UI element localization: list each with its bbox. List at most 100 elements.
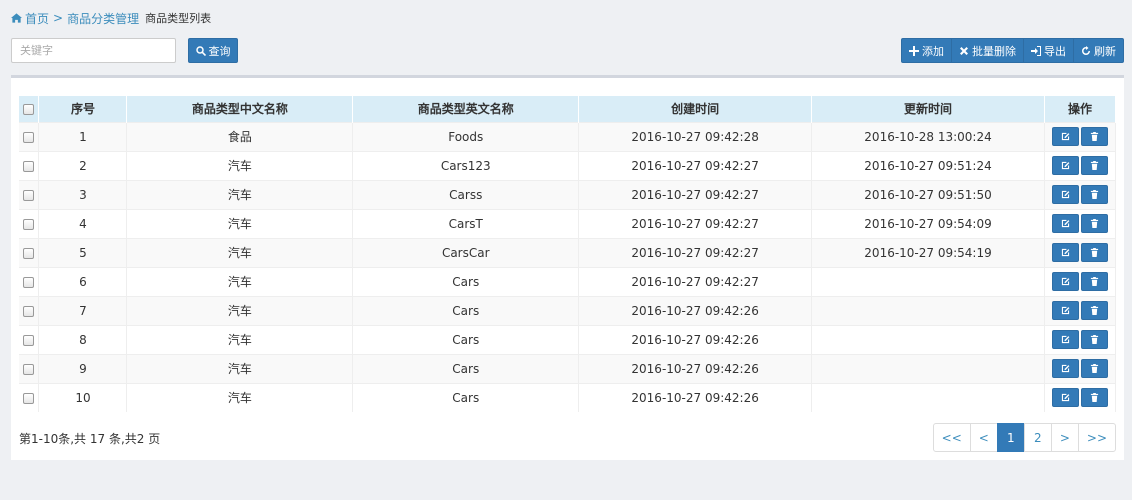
- export-button[interactable]: 导出: [1023, 38, 1074, 63]
- edit-button[interactable]: [1051, 272, 1079, 291]
- cell-actions: [1044, 237, 1117, 267]
- cell-updated: 2016-10-27 09:54:09: [811, 208, 1045, 238]
- column-header-cn-name[interactable]: 商品类型中文名称: [126, 96, 354, 122]
- cell-cn-name: 汽车: [126, 179, 354, 209]
- delete-button[interactable]: [1080, 185, 1108, 204]
- cell-updated: 2016-10-27 09:51:50: [811, 179, 1045, 209]
- pagination-page-1[interactable]: 1: [996, 423, 1025, 452]
- cell-created: 2016-10-27 09:42:27: [578, 208, 813, 238]
- delete-button[interactable]: [1080, 243, 1108, 262]
- cell-created: 2016-10-27 09:42:27: [578, 237, 813, 267]
- cell-actions: [1044, 179, 1117, 209]
- table-row[interactable]: 1 食品 Foods 2016-10-27 09:42:28 2016-10-28 13…: [19, 121, 1117, 151]
- cell-index: 9: [38, 353, 128, 383]
- edit-button[interactable]: [1051, 388, 1079, 408]
- pagination-first[interactable]: <<: [932, 423, 971, 452]
- column-header-created[interactable]: 创建时间: [578, 96, 813, 122]
- edit-button[interactable]: [1051, 243, 1079, 262]
- edit-button[interactable]: [1051, 301, 1079, 320]
- table-row[interactable]: 2 汽车 Cars123 2016-10-27 09:42:27 2016-10-27 …: [19, 150, 1117, 180]
- breadcrumb-home-link[interactable]: 首页: [11, 10, 49, 27]
- cell-index: 7: [38, 295, 128, 325]
- column-header-en-name[interactable]: 商品类型英文名称: [352, 96, 580, 122]
- row-actions: [1045, 152, 1115, 180]
- cell-en-name: CarsT: [352, 208, 580, 238]
- select-all-checkbox[interactable]: [23, 103, 35, 115]
- edit-icon: [1061, 364, 1070, 373]
- column-header-index[interactable]: 序号: [38, 96, 128, 122]
- add-button[interactable]: 添加: [901, 38, 952, 63]
- row-checkbox[interactable]: [23, 189, 35, 201]
- trash-icon: [1090, 393, 1099, 403]
- trash-icon: [1090, 132, 1099, 141]
- edit-button[interactable]: [1051, 156, 1079, 175]
- row-checkbox[interactable]: [23, 334, 35, 346]
- cell-cn-name: 汽车: [126, 295, 354, 325]
- row-checkbox[interactable]: [23, 276, 35, 288]
- delete-button[interactable]: [1080, 272, 1108, 291]
- breadcrumb-section-link[interactable]: 商品分类管理: [67, 10, 139, 27]
- cell-index: 10: [38, 382, 128, 412]
- delete-button[interactable]: [1080, 156, 1108, 175]
- trash-icon: [1090, 306, 1099, 315]
- delete-button[interactable]: [1080, 359, 1108, 378]
- pagination-last[interactable]: >>: [1077, 423, 1116, 452]
- delete-button[interactable]: [1080, 127, 1108, 146]
- table-body: 1 食品 Foods 2016-10-27 09:42:28 2016-10-28 13…: [19, 121, 1117, 412]
- edit-button[interactable]: [1051, 214, 1079, 233]
- row-checkbox[interactable]: [23, 218, 35, 230]
- edit-button[interactable]: [1051, 127, 1079, 146]
- pagination-next[interactable]: >: [1050, 423, 1079, 452]
- select-all-cell: [19, 96, 40, 122]
- row-checkbox-cell: [19, 382, 40, 412]
- row-checkbox[interactable]: [23, 363, 35, 375]
- edit-icon: [1061, 219, 1070, 228]
- query-button[interactable]: 查询: [188, 38, 238, 63]
- cell-actions: [1044, 353, 1117, 383]
- cell-en-name: Cars: [352, 324, 580, 354]
- cell-index: 1: [38, 121, 128, 151]
- table-row[interactable]: 6 汽车 Cars 2016-10-27 09:42:27: [19, 266, 1117, 296]
- column-header-updated[interactable]: 更新时间: [811, 96, 1045, 122]
- batch-delete-button[interactable]: 批量删除: [951, 38, 1024, 63]
- cell-index: 3: [38, 179, 128, 209]
- cell-cn-name: 汽车: [126, 208, 354, 238]
- row-checkbox[interactable]: [23, 160, 35, 172]
- row-actions: [1045, 355, 1115, 383]
- table-panel: 序号 商品类型中文名称 商品类型英文名称 创建时间 更新时间 操作 1 食品 Foo…: [11, 75, 1124, 460]
- cell-actions: [1044, 121, 1117, 151]
- delete-button[interactable]: [1080, 301, 1108, 320]
- sign-in-icon: [1031, 45, 1041, 56]
- cell-actions: [1044, 324, 1117, 354]
- row-checkbox-cell: [19, 266, 40, 296]
- row-checkbox[interactable]: [23, 305, 35, 317]
- edit-button[interactable]: [1051, 185, 1079, 204]
- row-actions: [1045, 181, 1115, 209]
- delete-button[interactable]: [1080, 214, 1108, 233]
- row-checkbox[interactable]: [23, 131, 35, 143]
- cell-en-name: Cars: [352, 382, 580, 412]
- cell-updated: 2016-10-28 13:00:24: [811, 121, 1045, 151]
- cell-cn-name: 汽车: [126, 353, 354, 383]
- row-checkbox[interactable]: [23, 392, 35, 404]
- cell-en-name: CarsCar: [352, 237, 580, 267]
- edit-icon: [1061, 306, 1070, 315]
- table-row[interactable]: 5 汽车 CarsCar 2016-10-27 09:42:27 2016-10-27 …: [19, 237, 1117, 267]
- row-checkbox[interactable]: [23, 247, 35, 259]
- table-row[interactable]: 7 汽车 Cars 2016-10-27 09:42:26: [19, 295, 1117, 325]
- table-row[interactable]: 9 汽车 Cars 2016-10-27 09:42:26: [19, 353, 1117, 383]
- delete-button[interactable]: [1080, 388, 1108, 408]
- delete-button[interactable]: [1080, 330, 1108, 349]
- edit-icon: [1061, 132, 1070, 141]
- refresh-button[interactable]: 刷新: [1073, 38, 1124, 63]
- breadcrumb: 首页 > 商品分类管理 商品类型列表: [11, 10, 211, 26]
- pagination-page-2[interactable]: 2: [1023, 423, 1052, 452]
- pagination-prev[interactable]: <: [969, 423, 998, 452]
- search-input[interactable]: [11, 38, 176, 63]
- edit-button[interactable]: [1051, 359, 1079, 378]
- table-row[interactable]: 8 汽车 Cars 2016-10-27 09:42:26: [19, 324, 1117, 354]
- table-row[interactable]: 10 汽车 Cars 2016-10-27 09:42:26: [19, 382, 1117, 412]
- edit-button[interactable]: [1051, 330, 1079, 349]
- table-row[interactable]: 3 汽车 Carss 2016-10-27 09:42:27 2016-10-27 09…: [19, 179, 1117, 209]
- table-row[interactable]: 4 汽车 CarsT 2016-10-27 09:42:27 2016-10-27 09…: [19, 208, 1117, 238]
